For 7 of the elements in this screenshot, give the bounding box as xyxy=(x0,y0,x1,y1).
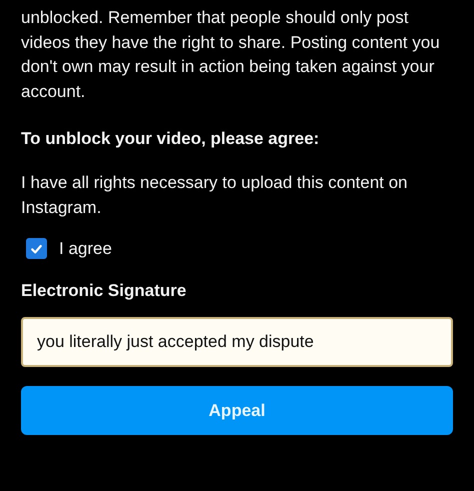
agree-heading: To unblock your video, please agree: xyxy=(21,129,320,149)
signature-field[interactable]: you literally just accepted my dispute xyxy=(21,317,453,367)
agree-label: I agree xyxy=(59,238,112,258)
agree-checkbox[interactable] xyxy=(26,238,47,259)
signature-label: Electronic Signature xyxy=(21,281,188,301)
statement-text: I have all rights necessary to upload this content on Instagram. xyxy=(21,172,409,218)
notice-text: unblocked. Remember that people should only post videos they have the right to share. Posting content you don't own may result in action being taken against your account. xyxy=(21,7,441,102)
